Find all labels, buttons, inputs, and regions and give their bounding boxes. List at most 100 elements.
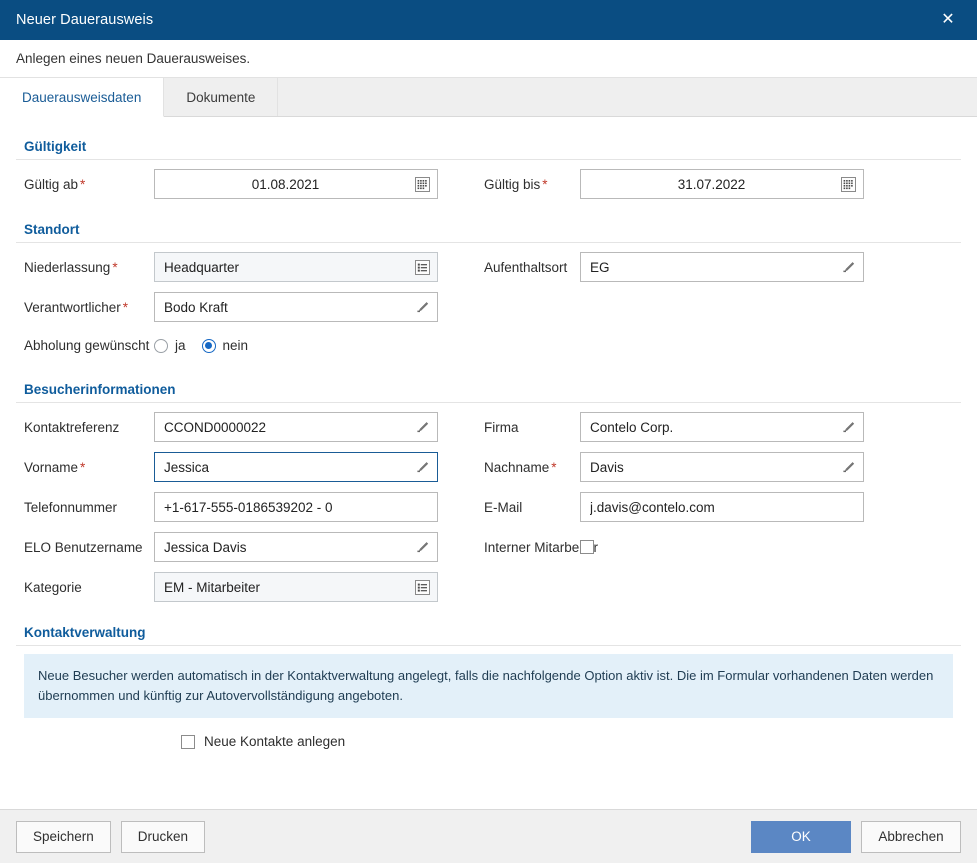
- pencil-icon[interactable]: [412, 417, 432, 437]
- label-aufenthaltsort: Aufenthaltsort: [442, 254, 580, 281]
- firma-input[interactable]: [581, 413, 863, 441]
- ok-button[interactable]: OK: [751, 820, 851, 853]
- right-cell-nachname: Nachname *: [442, 447, 961, 487]
- aufenthaltsort-field[interactable]: [580, 252, 864, 282]
- pencil-icon[interactable]: [412, 457, 432, 477]
- list-select-icon[interactable]: [412, 257, 432, 277]
- neue-kontakte-anlegen-row[interactable]: Neue Kontakte anlegen: [16, 718, 961, 749]
- pencil-icon[interactable]: [412, 297, 432, 317]
- verantwortlicher-field[interactable]: [154, 292, 438, 322]
- vorname-field[interactable]: [154, 452, 438, 482]
- label-email: E-Mail: [442, 494, 580, 521]
- label-kategorie-text: Kategorie: [24, 579, 82, 595]
- dialog-footer: Speichern Drucken OK Abbrechen: [0, 809, 977, 863]
- label-telefonnummer: Telefonnummer: [16, 494, 154, 521]
- label-aufenthaltsort-text: Aufenthaltsort: [484, 259, 568, 275]
- pencil-icon[interactable]: [838, 257, 858, 277]
- label-interner-mitarbeiter: Interner Mitarbeiter: [442, 534, 598, 561]
- label-gueltig-bis-text: Gültig bis: [484, 176, 541, 192]
- label-verantwortlicher-text: Verantwortlicher: [24, 299, 121, 315]
- right-cell-aufenthaltsort: Aufenthaltsort: [442, 247, 961, 287]
- right-cell-email: E-Mail: [442, 487, 961, 527]
- tab-dokumente-label: Dokumente: [186, 89, 256, 105]
- kontaktverwaltung-info-box: Neue Besucher werden automatisch in der …: [24, 654, 953, 719]
- telefonnummer-input[interactable]: [155, 493, 437, 521]
- verantwortlicher-input[interactable]: [155, 293, 437, 321]
- required-marker: *: [112, 259, 118, 275]
- vorname-input[interactable]: [155, 453, 437, 481]
- tab-dokumente[interactable]: Dokumente: [164, 78, 279, 116]
- firma-field[interactable]: [580, 412, 864, 442]
- tab-bar: Dauerausweisdaten Dokumente: [0, 78, 977, 117]
- calendar-icon[interactable]: [838, 174, 858, 194]
- nachname-input[interactable]: [581, 453, 863, 481]
- required-marker: *: [542, 176, 548, 192]
- interner-mitarbeiter-checkbox[interactable]: [580, 540, 594, 554]
- pencil-icon[interactable]: [412, 537, 432, 557]
- neue-kontakte-anlegen-checkbox[interactable]: [181, 734, 195, 749]
- radio-nein-label: nein: [222, 338, 249, 353]
- tab-dauerausweisdaten[interactable]: Dauerausweisdaten: [0, 78, 165, 117]
- field-cell-gueltig-ab: [154, 164, 442, 204]
- tab-dauerausweisdaten-label: Dauerausweisdaten: [22, 89, 142, 105]
- kategorie-field[interactable]: [154, 572, 438, 602]
- niederlassung-field[interactable]: [154, 252, 438, 282]
- required-marker: *: [122, 299, 129, 315]
- label-firma: Firma: [442, 414, 580, 441]
- kontaktreferenz-field[interactable]: [154, 412, 438, 442]
- elo-benutzername-input[interactable]: [155, 533, 437, 561]
- elo-benutzername-field[interactable]: [154, 532, 438, 562]
- label-vorname: Vorname *: [16, 454, 154, 481]
- section-heading-besucherinformationen: Besucherinformationen: [16, 376, 961, 403]
- label-nachname: Nachname *: [442, 454, 580, 481]
- field-cell-elo-benutzername: [154, 527, 442, 567]
- form-body: Gültigkeit Gültig ab* Gültig bis*: [0, 117, 977, 809]
- section-heading-standort: Standort: [16, 216, 961, 243]
- email-field[interactable]: [580, 492, 864, 522]
- label-telefonnummer-text: Telefonnummer: [24, 499, 118, 515]
- kontaktreferenz-input[interactable]: [155, 413, 437, 441]
- right-cell-empty-3: [442, 582, 961, 592]
- niederlassung-input[interactable]: [155, 253, 437, 281]
- drucken-button[interactable]: Drucken: [120, 820, 206, 853]
- gueltig-ab-input[interactable]: [155, 170, 437, 198]
- aufenthaltsort-input[interactable]: [581, 253, 863, 281]
- telefonnummer-field[interactable]: [154, 492, 438, 522]
- kategorie-input[interactable]: [155, 573, 437, 601]
- label-elo-benutzername-text: ELO Benutzername: [24, 539, 143, 555]
- label-nachname-text: Nachname: [484, 459, 550, 475]
- dialog-subtitle: Anlegen eines neuen Dauerausweises.: [16, 51, 251, 66]
- section-gueltigkeit-grid: Gültig ab* Gültig bis*: [16, 164, 961, 204]
- label-vorname-text: Vorname: [24, 459, 79, 475]
- label-gueltig-ab: Gültig ab *: [16, 171, 154, 198]
- close-icon[interactable]: ✕: [933, 5, 963, 35]
- gueltig-ab-field[interactable]: [154, 169, 438, 199]
- field-cell-kontaktreferenz: [154, 407, 442, 447]
- pencil-icon[interactable]: [838, 457, 858, 477]
- required-marker: *: [80, 459, 86, 475]
- required-marker: *: [80, 176, 86, 192]
- radio-nein-icon[interactable]: [201, 338, 216, 353]
- list-select-icon[interactable]: [412, 577, 432, 597]
- gueltig-bis-field[interactable]: [580, 169, 864, 199]
- label-niederlassung: Niederlassung *: [16, 254, 154, 281]
- label-elo-benutzername: ELO Benutzername: [16, 534, 154, 561]
- label-email-text: E-Mail: [484, 499, 523, 515]
- radio-option-ja[interactable]: ja: [154, 338, 186, 353]
- abbrechen-button[interactable]: Abbrechen: [861, 820, 961, 853]
- gueltig-bis-input[interactable]: [581, 170, 863, 198]
- label-kategorie: Kategorie: [16, 574, 154, 601]
- section-heading-kontaktverwaltung: Kontaktverwaltung: [16, 619, 961, 646]
- pencil-icon[interactable]: [838, 417, 858, 437]
- right-cell-firma: Firma: [442, 407, 961, 447]
- calendar-icon[interactable]: [412, 174, 432, 194]
- nachname-field[interactable]: [580, 452, 864, 482]
- label-kontaktreferenz-text: Kontaktreferenz: [24, 419, 120, 435]
- label-gueltig-bis: Gültig bis *: [442, 171, 580, 198]
- section-standort-grid: Niederlassung* Aufenthaltsort: [16, 247, 961, 364]
- speichern-button[interactable]: Speichern: [16, 820, 111, 853]
- kontaktverwaltung-info-text: Neue Besucher werden automatisch in der …: [38, 668, 934, 704]
- radio-ja-icon[interactable]: [154, 338, 168, 353]
- email-input[interactable]: [581, 493, 863, 521]
- radio-option-nein[interactable]: nein: [201, 338, 249, 353]
